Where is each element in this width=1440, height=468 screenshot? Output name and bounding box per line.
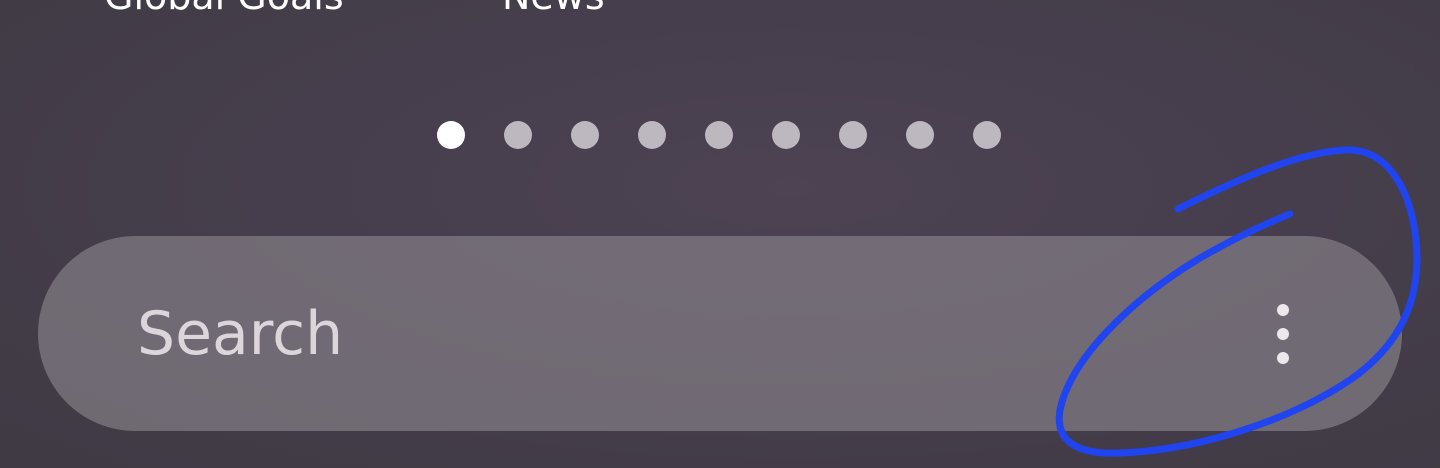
page-dot[interactable] [571,121,599,149]
page-dot[interactable] [772,121,800,149]
search-placeholder[interactable]: Search [137,299,343,369]
page-indicator [437,121,1001,149]
page-dot[interactable] [504,121,532,149]
page-dot[interactable] [839,121,867,149]
more-vert-icon [1277,328,1289,340]
page-dot[interactable] [638,121,666,149]
more-vert-icon [1277,352,1289,364]
page-dot[interactable] [705,121,733,149]
page-dot[interactable] [973,121,1001,149]
search-bar[interactable]: Search [38,236,1402,431]
more-options-button[interactable] [1265,298,1301,370]
app-label-news[interactable]: News [502,0,605,18]
page-dot[interactable] [437,121,465,149]
app-label-global-goals[interactable]: Global Goals [104,0,344,18]
page-dot[interactable] [906,121,934,149]
more-vert-icon [1277,304,1289,316]
app-labels-row: Global Goals News [0,0,1440,18]
